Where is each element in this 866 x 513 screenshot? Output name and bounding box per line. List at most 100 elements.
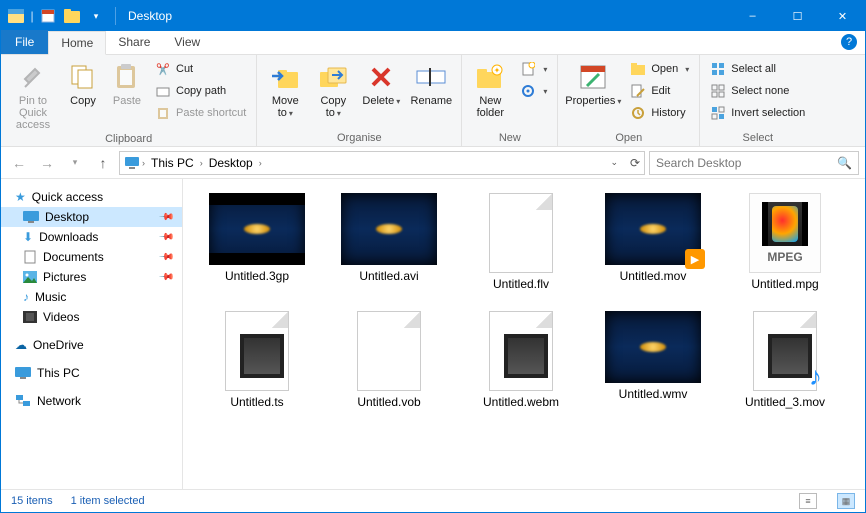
- recent-locations-button[interactable]: ▾: [63, 151, 87, 175]
- file-tab[interactable]: File: [1, 30, 48, 54]
- crumb-desktop[interactable]: Desktop: [205, 156, 257, 170]
- easy-access-button[interactable]: [516, 81, 551, 101]
- maximize-button[interactable]: ☐: [775, 1, 820, 31]
- copy-to-button[interactable]: Copy to: [311, 57, 355, 119]
- rename-button[interactable]: Rename: [407, 57, 455, 107]
- sidebar-item-music[interactable]: ♪Music: [1, 287, 182, 307]
- help-button[interactable]: ?: [841, 34, 857, 50]
- file-thumbnail: MPEG: [749, 193, 821, 273]
- new-folder-button[interactable]: ✦ New folder: [468, 57, 512, 119]
- history-dropdown-icon[interactable]: ⌄: [610, 157, 618, 168]
- organise-group-label: Organise: [263, 130, 455, 146]
- crumb-thispc[interactable]: This PC: [147, 156, 198, 170]
- ribbon: Pin to Quick access Copy Paste ✂️Cut Cop…: [1, 55, 865, 147]
- status-bar: 15 items 1 item selected ≡ ▦: [1, 489, 865, 512]
- select-none-button[interactable]: Select none: [706, 81, 809, 101]
- history-button[interactable]: History: [626, 103, 693, 123]
- qat-newfolder-icon[interactable]: [61, 5, 83, 27]
- copy-path-button[interactable]: Copy path: [151, 81, 250, 101]
- crumb-sep-icon[interactable]: ›: [259, 158, 262, 168]
- delete-button[interactable]: Delete: [359, 57, 403, 107]
- details-view-button[interactable]: ≡: [799, 493, 817, 509]
- file-name-label: Untitled.wmv: [619, 387, 688, 401]
- file-view[interactable]: Untitled.3gpUntitled.aviUntitled.flv▶Unt…: [183, 179, 865, 489]
- copy-button[interactable]: Copy: [63, 57, 103, 107]
- pin-icon: 📌: [157, 269, 174, 286]
- edit-button[interactable]: Edit: [626, 81, 693, 101]
- up-button[interactable]: ↑: [91, 151, 115, 175]
- explorer-icon[interactable]: [5, 5, 27, 27]
- file-item[interactable]: ♪Untitled_3.mov: [721, 311, 849, 409]
- sidebar-item-network[interactable]: Network: [1, 391, 182, 411]
- file-item[interactable]: ▶Untitled.mov: [589, 193, 717, 291]
- file-thumbnail: [341, 193, 437, 265]
- qat-properties-icon[interactable]: [37, 5, 59, 27]
- svg-text:✦: ✦: [494, 66, 501, 75]
- move-to-button[interactable]: Move to: [263, 57, 307, 119]
- onedrive-icon: ☁: [15, 338, 27, 352]
- ribbon-group-select: Select all Select none Invert selection …: [700, 55, 815, 146]
- ribbon-group-open: Properties Open Edit History Open: [558, 55, 700, 146]
- paste-button[interactable]: Paste: [107, 57, 147, 107]
- properties-button[interactable]: Properties: [564, 57, 622, 107]
- forward-button[interactable]: →: [35, 151, 59, 175]
- file-item[interactable]: Untitled.flv: [457, 193, 585, 291]
- sidebar-item-downloads[interactable]: ⬇Downloads📌: [1, 227, 182, 247]
- qat-customize-icon[interactable]: ▾: [85, 5, 107, 27]
- select-all-button[interactable]: Select all: [706, 59, 809, 79]
- sidebar-item-quickaccess[interactable]: ★Quick access: [1, 187, 182, 207]
- open-button[interactable]: Open: [626, 59, 693, 79]
- file-thumbnail: [209, 193, 305, 265]
- breadcrumb[interactable]: › This PC › Desktop › ⌄ ⟳: [119, 151, 645, 175]
- view-tab[interactable]: View: [162, 30, 212, 54]
- history-icon: [630, 105, 646, 121]
- sidebar-item-documents[interactable]: Documents📌: [1, 247, 182, 267]
- pin-to-quick-access-button[interactable]: Pin to Quick access: [7, 57, 59, 131]
- close-button[interactable]: ✕: [820, 1, 865, 31]
- open-icon: [630, 61, 646, 77]
- file-item[interactable]: Untitled.ts: [193, 311, 321, 409]
- paste-shortcut-icon: [155, 105, 171, 121]
- new-item-icon: [520, 61, 536, 77]
- pin-icon: 📌: [157, 209, 174, 226]
- sidebar-item-onedrive[interactable]: ☁OneDrive: [1, 335, 182, 355]
- copy-icon: [67, 61, 99, 93]
- sidebar-item-thispc[interactable]: This PC: [1, 363, 182, 383]
- refresh-button[interactable]: ⟳: [630, 156, 640, 170]
- invert-selection-button[interactable]: Invert selection: [706, 103, 809, 123]
- minimize-button[interactable]: –: [730, 1, 775, 31]
- rename-icon: [415, 61, 447, 93]
- search-input[interactable]: Search Desktop 🔍: [649, 151, 859, 175]
- cut-button[interactable]: ✂️Cut: [151, 59, 250, 79]
- thispc-icon: [15, 367, 31, 379]
- new-folder-label: New folder: [477, 95, 505, 119]
- crumb-sep-icon[interactable]: ›: [142, 158, 145, 168]
- copy-label: Copy: [70, 95, 96, 107]
- copy-to-label: Copy to: [320, 95, 346, 119]
- file-item[interactable]: MPEGUntitled.mpg: [721, 193, 849, 291]
- icons-view-button[interactable]: ▦: [837, 493, 855, 509]
- sidebar-item-videos[interactable]: Videos: [1, 307, 182, 327]
- share-tab[interactable]: Share: [106, 30, 162, 54]
- paste-shortcut-button[interactable]: Paste shortcut: [151, 103, 250, 123]
- new-item-button[interactable]: [516, 59, 551, 79]
- open-group-label: Open: [564, 130, 693, 146]
- home-tab[interactable]: Home: [48, 31, 106, 55]
- play-overlay-icon: ▶: [685, 249, 705, 269]
- music-overlay-icon: ♪: [809, 361, 822, 392]
- back-button[interactable]: ←: [7, 151, 31, 175]
- file-item[interactable]: Untitled.wmv: [589, 311, 717, 409]
- crumb-sep-icon[interactable]: ›: [200, 158, 203, 168]
- ribbon-group-clipboard: Pin to Quick access Copy Paste ✂️Cut Cop…: [1, 55, 257, 146]
- file-thumbnail: [357, 311, 421, 391]
- file-item[interactable]: Untitled.avi: [325, 193, 453, 291]
- file-item[interactable]: Untitled.3gp: [193, 193, 321, 291]
- sidebar-item-pictures[interactable]: Pictures📌: [1, 267, 182, 287]
- file-item[interactable]: Untitled.webm: [457, 311, 585, 409]
- pc-icon: [124, 156, 140, 170]
- delete-icon: [365, 61, 397, 93]
- network-icon: [15, 394, 31, 408]
- file-name-label: Untitled.avi: [359, 269, 418, 283]
- sidebar-item-desktop[interactable]: Desktop📌: [1, 207, 182, 227]
- file-item[interactable]: Untitled.vob: [325, 311, 453, 409]
